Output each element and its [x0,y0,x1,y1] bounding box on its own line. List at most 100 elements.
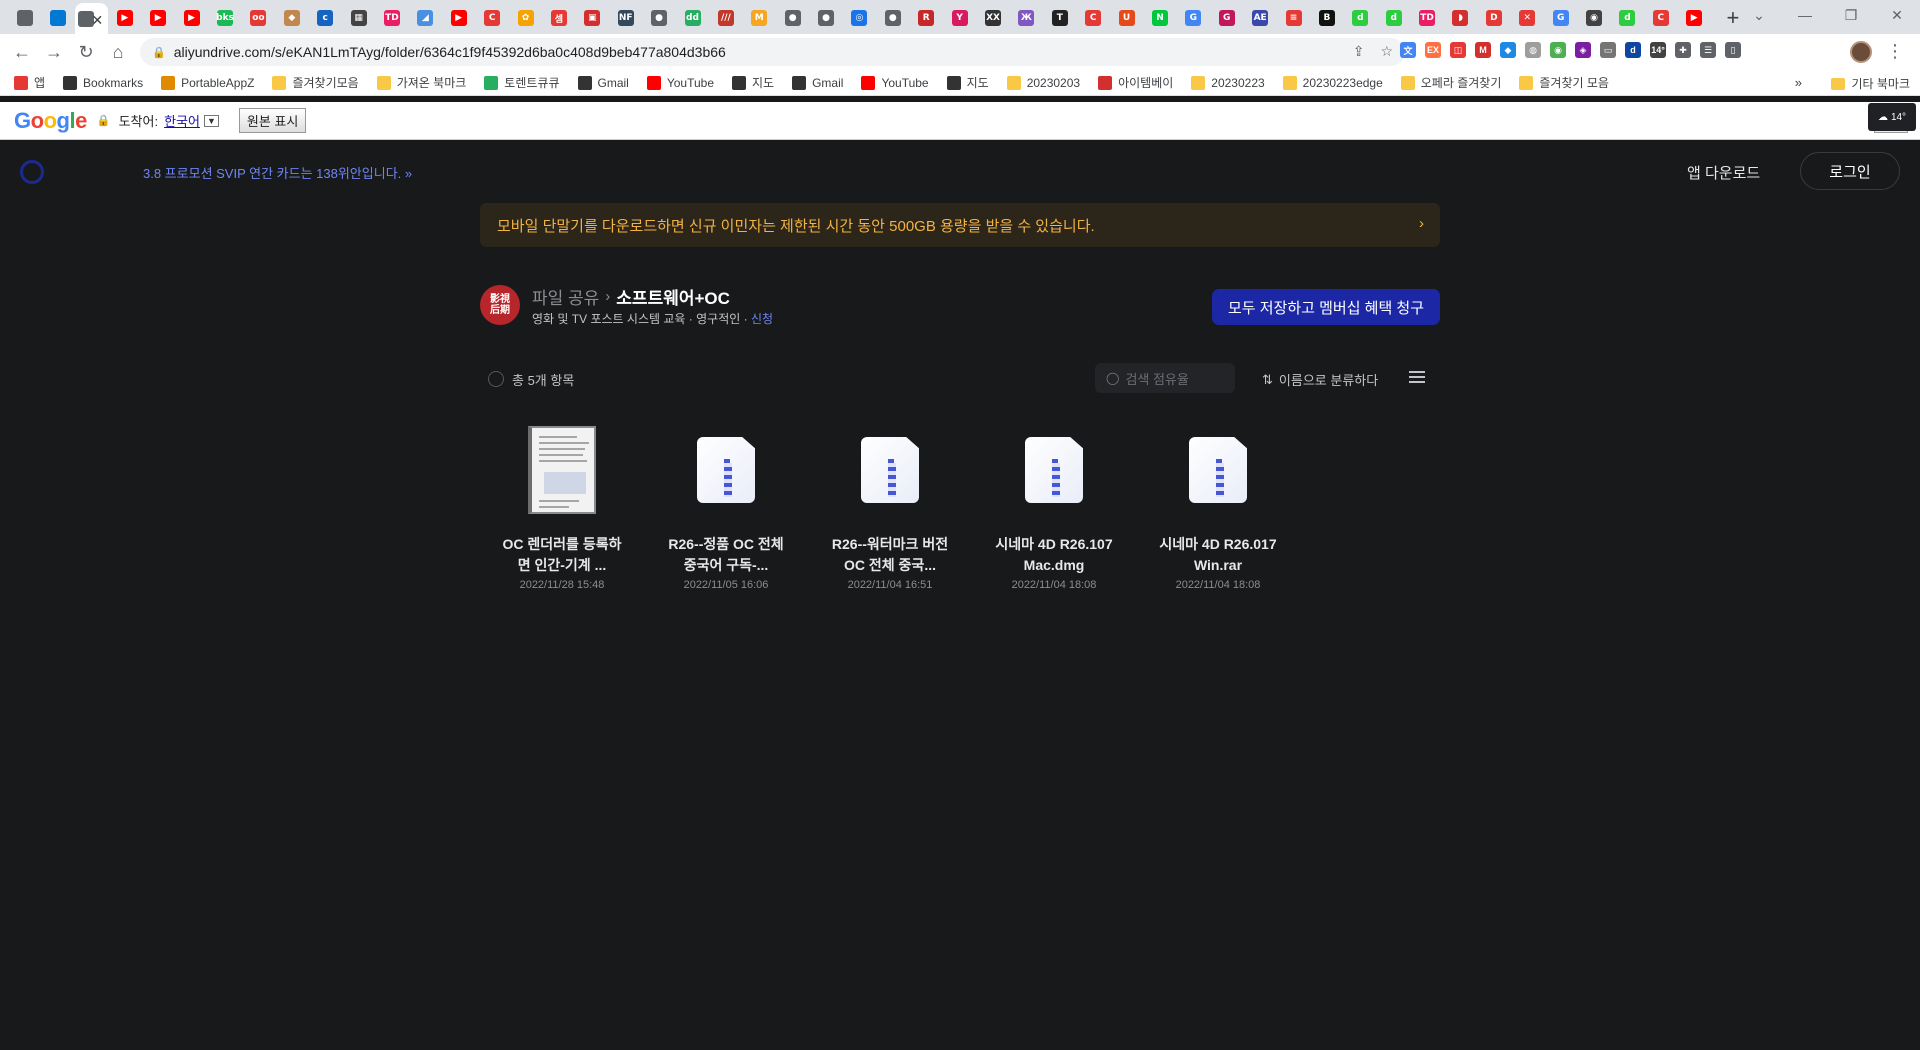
menu-icon[interactable]: ⋮ [1886,41,1904,62]
app-download-link[interactable]: 앱 다운로드 [1687,162,1760,183]
weather-widget[interactable]: ☁ 14° [1868,103,1916,131]
bookmark-item[interactable]: 즐겨찾기모음 [272,74,359,91]
tab[interactable]: ● [876,2,909,34]
search-input[interactable]: ◯ 검색 점유율 [1095,363,1235,393]
select-all-checkbox[interactable] [488,371,504,387]
apply-link[interactable]: 신청 [751,312,773,326]
tab[interactable]: ▣ [576,2,609,34]
bookmark-item[interactable]: Bookmarks [63,75,143,90]
tab[interactable]: ▶ [142,2,175,34]
address-bar[interactable]: 🔒 aliyundrive.com/s/eKAN1LmTAyg/folder/6… [140,38,1405,66]
close-window-icon[interactable]: ✕ [1874,0,1920,30]
file-item[interactable]: 시네마 4D R26.017 Win.rar 2022/11/04 18:08 [1136,420,1300,591]
tab[interactable]: d [1377,2,1410,34]
tab[interactable]: Ж [1010,2,1043,34]
profile-avatar[interactable] [1850,41,1872,63]
promo-link[interactable]: 3.8 프로모션 SVIP 연간 카드는 138위안입니다. » [143,163,412,182]
tab[interactable]: ≡ [1277,2,1310,34]
extension-icon[interactable]: ▯ [1725,42,1741,58]
bookmark-item[interactable]: 앱 [14,74,45,91]
tab[interactable]: ◆ [275,2,308,34]
tab[interactable]: Y [943,2,976,34]
tab[interactable]: ◗ [1444,2,1477,34]
extension-icon[interactable]: 14° [1650,42,1666,58]
sort-button[interactable]: ⇅ 이름으로 분류하다 [1262,370,1378,389]
tab[interactable]: C [475,2,508,34]
tab[interactable]: /// [709,2,742,34]
extension-icon[interactable]: ◉ [1550,42,1566,58]
breadcrumb-root[interactable]: 파일 공유 [532,284,599,309]
file-item[interactable]: R26--정품 OC 전체 중국어 구독-... 2022/11/05 16:06 [644,420,808,591]
back-icon[interactable]: ← [6,36,38,68]
file-item[interactable]: 시네마 4D R26.107 Mac.dmg 2022/11/04 18:08 [972,420,1136,591]
extension-icon[interactable]: ◈ [1575,42,1591,58]
forward-icon[interactable]: → [38,36,70,68]
tab[interactable]: d [1344,2,1377,34]
tab[interactable]: ● [776,2,809,34]
tab[interactable]: ◢ [409,2,442,34]
bookmark-item[interactable]: YouTube [861,75,929,90]
extension-icon[interactable]: EX [1425,42,1441,58]
extension-icon[interactable]: ▭ [1600,42,1616,58]
tab[interactable]: ● [809,2,842,34]
tab-search-icon[interactable]: ⌄ [1736,0,1782,30]
tab[interactable] [8,2,41,34]
tab[interactable]: ✕ [1511,2,1544,34]
bookmark-item[interactable]: 지도 [732,74,774,91]
tab[interactable]: dd [676,2,709,34]
bookmark-item[interactable]: Gmail [577,75,629,90]
tab[interactable]: ▦ [342,2,375,34]
tab[interactable]: ✿ [509,2,542,34]
bookmark-item[interactable]: 20230223 [1191,75,1265,90]
tab[interactable]: TD [1410,2,1443,34]
extension-icon[interactable]: ☰ [1700,42,1716,58]
tab[interactable]: G [1544,2,1577,34]
tab[interactable]: T [1043,2,1076,34]
save-all-button[interactable]: 모두 저장하고 멤버십 혜택 청구 [1212,289,1440,325]
tab[interactable]: ◎ [843,2,876,34]
tab[interactable]: C [1077,2,1110,34]
tab[interactable]: ◉ [1577,2,1610,34]
tab[interactable]: N [1143,2,1176,34]
reload-icon[interactable]: ↻ [70,36,102,68]
extension-icon[interactable]: 文 [1400,42,1416,58]
tab[interactable]: oo [242,2,275,34]
tab[interactable]: C [1644,2,1677,34]
tab[interactable]: ● [642,2,675,34]
tab[interactable]: R [910,2,943,34]
bookmark-item[interactable]: PortableAppZ [161,75,254,90]
extension-icon[interactable]: ✚ [1675,42,1691,58]
tab[interactable]: M [743,2,776,34]
promo-banner[interactable]: 모바일 단말기를 다운로드하면 신규 이민자는 제한된 시간 동안 500GB … [480,203,1440,247]
extension-icon[interactable]: M [1475,42,1491,58]
extension-icon[interactable]: ◆ [1500,42,1516,58]
tab[interactable]: bks [208,2,241,34]
bookmark-item[interactable]: 지도 [946,74,989,91]
tab[interactable]: c [309,2,342,34]
bookmark-item[interactable]: 오페라 즐겨찾기 [1400,74,1501,91]
close-tab-icon[interactable]: ✕ [91,12,103,29]
tab-active[interactable]: ✕ [74,3,109,35]
tab[interactable]: G [1177,2,1210,34]
bookmark-item[interactable]: 아이템베이 [1098,74,1173,91]
tab[interactable]: G [1210,2,1243,34]
restore-icon[interactable]: ❐ [1828,0,1874,30]
extension-icon[interactable]: d [1625,42,1641,58]
file-item[interactable]: R26--워터마크 버전 OC 전체 중국... 2022/11/04 16:51 [808,420,972,591]
bookmark-item[interactable]: 가져온 북마크 [376,74,466,91]
tab[interactable]: AE [1243,2,1276,34]
bookmark-item[interactable]: 토렌트큐큐 [484,74,560,91]
tab[interactable]: ▶ [108,2,141,34]
share-icon[interactable]: ⇪ [1353,43,1365,60]
bookmarks-more-button[interactable]: » [1795,75,1802,90]
tab[interactable]: ▶ [175,2,208,34]
file-item[interactable]: OC 렌더러를 등록하면 인간-기계 ... 2022/11/28 15:48 [480,420,644,591]
language-select[interactable]: 한국어 [164,111,200,130]
tab[interactable] [41,2,74,34]
star-icon[interactable]: ☆ [1380,43,1393,60]
tab[interactable]: ▶ [1678,2,1711,34]
list-view-icon[interactable] [1409,371,1425,385]
tab[interactable]: D [1477,2,1510,34]
tab[interactable]: U [1110,2,1143,34]
tab[interactable]: 셈 [542,2,575,34]
